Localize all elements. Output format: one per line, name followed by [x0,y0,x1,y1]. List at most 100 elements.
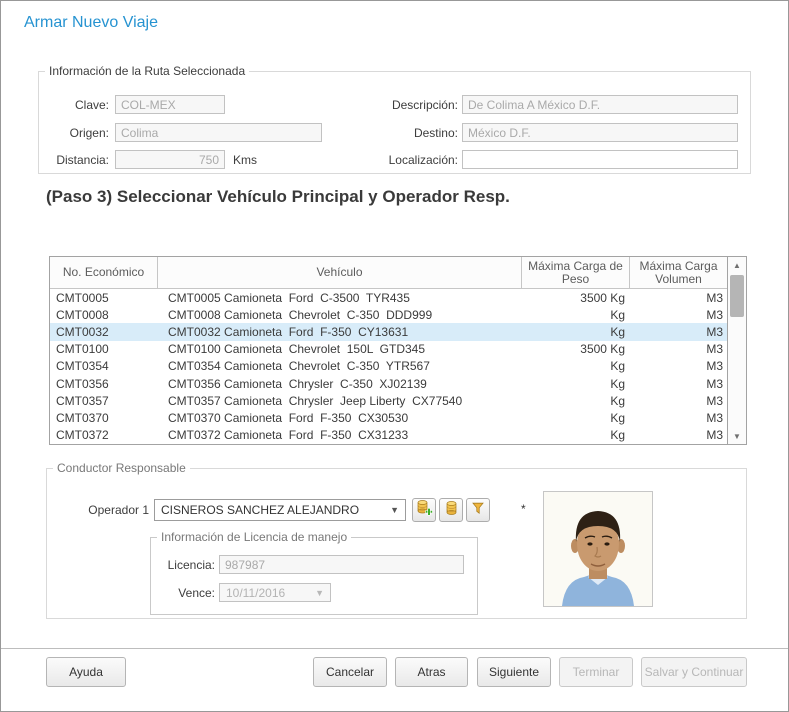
filter-icon [470,500,486,521]
licencia-field [219,555,464,574]
clave-field [115,95,225,114]
operator-portrait-image [544,492,652,606]
vertical-scrollbar[interactable]: ▲ ▼ [727,257,746,444]
route-info-group: Información de la Ruta Seleccionada Clav… [38,71,751,174]
atras-button[interactable]: Atras [395,657,468,687]
required-marker: * [521,502,526,516]
chevron-down-icon: ▼ [315,588,324,598]
cell-carga_volumen: M3 [630,342,727,356]
terminar-button: Terminar [559,657,633,687]
cell-vehiculo: CMT0356 Camioneta Chrysler C-350 XJ02139 [158,377,522,391]
cell-carga_peso: Kg [522,308,630,322]
distancia-field [115,150,225,169]
cell-carga_peso: 3500 Kg [522,291,630,305]
cell-no: CMT0100 [50,342,158,356]
cell-carga_volumen: M3 [630,359,727,373]
cell-vehiculo: CMT0005 Camioneta Ford C-3500 TYR435 [158,291,522,305]
cell-no: CMT0354 [50,359,158,373]
cell-carga_peso: Kg [522,377,630,391]
cell-carga_volumen: M3 [630,308,727,322]
cell-no: CMT0005 [50,291,158,305]
localizacion-field[interactable] [462,150,738,169]
salvar-y-continuar-button: Salvar y Continuar [641,657,747,687]
cell-no: CMT0356 [50,377,158,391]
vehicle-grid: No. Económico Vehículo Máxima Carga de P… [49,256,747,445]
table-row[interactable]: CMT0370CMT0370 Camioneta Ford F-350 CX30… [50,409,727,426]
table-row[interactable]: CMT0356CMT0356 Camioneta Chrysler C-350 … [50,375,727,392]
database-icon [444,500,459,521]
operator-data-button[interactable] [439,498,463,522]
cell-carga_volumen: M3 [630,394,727,408]
scroll-up-icon[interactable]: ▲ [728,257,746,273]
cell-carga_volumen: M3 [630,428,727,442]
cell-no: CMT0008 [50,308,158,322]
cell-no: CMT0372 [50,428,158,442]
chevron-down-icon: ▼ [390,505,399,515]
cell-no: CMT0032 [50,325,158,339]
vence-datepicker: 10/11/2016 ▼ [219,583,331,602]
conductor-group: Conductor Responsable Operador 1 CISNERO… [46,468,747,619]
cell-carga_peso: Kg [522,359,630,373]
vence-value: 10/11/2016 [226,586,285,600]
operador-label: Operador 1 [87,503,149,517]
column-header-vehiculo[interactable]: Vehículo [158,257,522,288]
cell-vehiculo: CMT0372 Camioneta Ford F-350 CX31233 [158,428,522,442]
ayuda-button[interactable]: Ayuda [46,657,126,687]
cell-no: CMT0357 [50,394,158,408]
column-header-carga-volumen[interactable]: Máxima Carga Volumen [630,257,727,288]
license-group: Información de Licencia de manejo Licenc… [150,537,478,615]
armar-nuevo-viaje-dialog: Armar Nuevo Viaje Información de la Ruta… [0,0,789,712]
table-row[interactable]: CMT0100CMT0100 Camioneta Chevrolet 150L … [50,341,727,358]
cell-carga_volumen: M3 [630,291,727,305]
step-heading: (Paso 3) Seleccionar Vehículo Principal … [46,187,510,207]
license-group-label: Información de Licencia de manejo [157,530,351,544]
destino-label: Destino: [359,126,458,140]
cell-carga_peso: 3500 Kg [522,342,630,356]
cell-carga_peso: Kg [522,394,630,408]
cell-vehiculo: CMT0032 Camioneta Ford F-350 CY13631 [158,325,522,339]
table-row[interactable]: CMT0008CMT0008 Camioneta Chevrolet C-350… [50,306,727,323]
vence-label: Vence: [155,586,215,600]
clave-label: Clave: [39,98,109,112]
operador-value: CISNEROS SANCHEZ ALEJANDRO [161,503,359,517]
table-row[interactable]: CMT0354CMT0354 Camioneta Chevrolet C-350… [50,358,727,375]
filter-operators-button[interactable] [466,498,490,522]
page-title: Armar Nuevo Viaje [24,14,158,32]
conductor-group-label: Conductor Responsable [53,461,190,475]
destino-field [462,123,738,142]
column-header-carga-peso[interactable]: Máxima Carga de Peso [522,257,630,288]
cell-no: CMT0370 [50,411,158,425]
siguiente-button[interactable]: Siguiente [477,657,551,687]
operator-photo [543,491,653,607]
distancia-unit: Kms [233,153,257,167]
route-info-group-label: Información de la Ruta Seleccionada [45,64,249,78]
cell-vehiculo: CMT0357 Camioneta Chrysler Jeep Liberty … [158,394,522,408]
cell-vehiculo: CMT0354 Camioneta Chevrolet C-350 YTR567 [158,359,522,373]
localizacion-label: Localización: [359,153,458,167]
origen-label: Origen: [39,126,109,140]
licencia-label: Licencia: [155,558,215,572]
cell-carga_volumen: M3 [630,377,727,391]
table-row[interactable]: CMT0032CMT0032 Camioneta Ford F-350 CY13… [50,323,727,340]
cell-carga_peso: Kg [522,428,630,442]
table-row[interactable]: CMT0357CMT0357 Camioneta Chrysler Jeep L… [50,392,727,409]
add-operator-button[interactable] [412,498,436,522]
cell-carga_volumen: M3 [630,411,727,425]
descripcion-field [462,95,738,114]
operador-combobox[interactable]: CISNEROS SANCHEZ ALEJANDRO ▼ [154,499,406,521]
column-header-no-economico[interactable]: No. Económico [50,257,158,288]
vehicle-grid-header: No. Económico Vehículo Máxima Carga de P… [50,257,727,289]
descripcion-label: Descripción: [359,98,458,112]
table-row[interactable]: CMT0372CMT0372 Camioneta Ford F-350 CX31… [50,427,727,444]
scrollbar-thumb[interactable] [730,275,744,317]
cell-carga_peso: Kg [522,411,630,425]
table-row[interactable]: CMT0005CMT0005 Camioneta Ford C-3500 TYR… [50,289,727,306]
cell-vehiculo: CMT0008 Camioneta Chevrolet C-350 DDD999 [158,308,522,322]
footer-separator [1,648,789,649]
cancelar-button[interactable]: Cancelar [313,657,387,687]
cell-carga_peso: Kg [522,325,630,339]
scroll-down-icon[interactable]: ▼ [728,428,746,444]
cell-carga_volumen: M3 [630,325,727,339]
vehicle-grid-body: CMT0005CMT0005 Camioneta Ford C-3500 TYR… [50,289,727,444]
cell-vehiculo: CMT0100 Camioneta Chevrolet 150L GTD345 [158,342,522,356]
